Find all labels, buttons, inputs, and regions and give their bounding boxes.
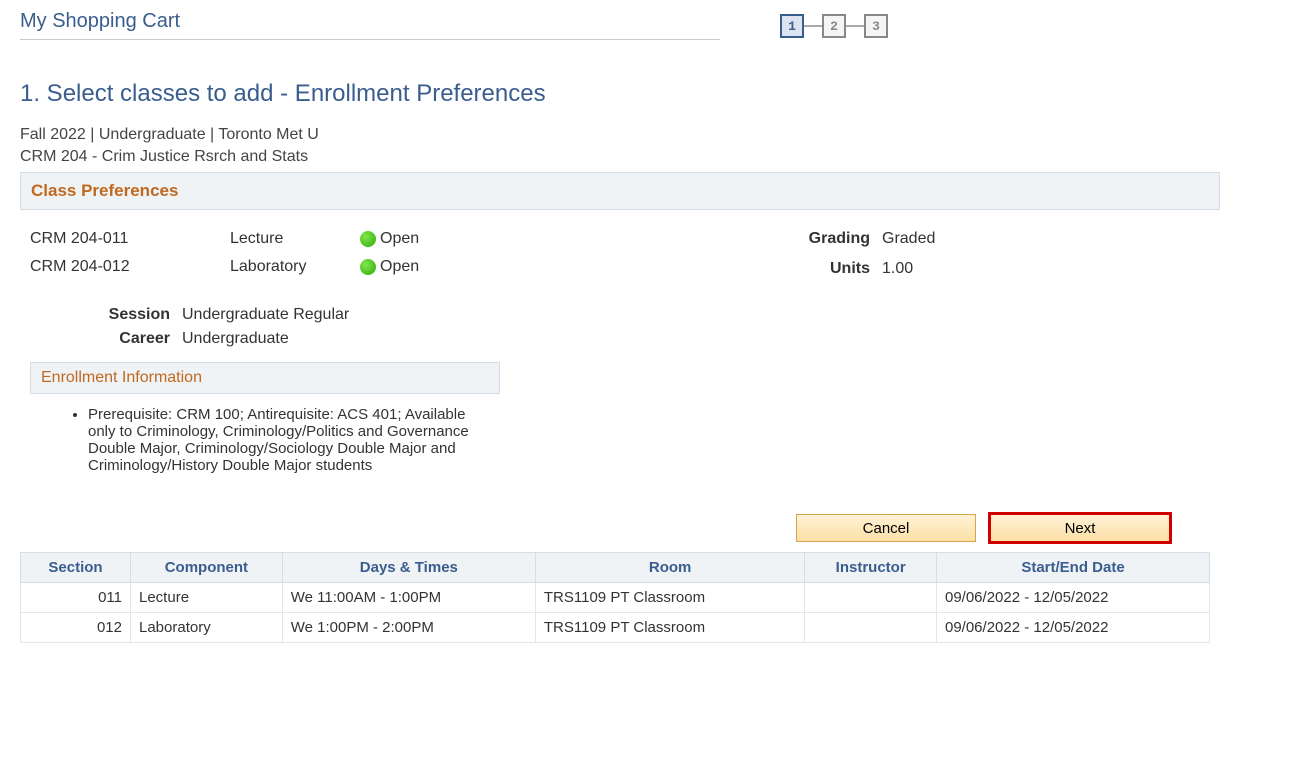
step-1: 1 — [780, 14, 804, 38]
course-title: CRM 204 - Crim Justice Rsrch and Stats — [20, 148, 1290, 166]
cell-instructor — [805, 583, 937, 613]
page-title: My Shopping Cart — [20, 10, 720, 33]
status-text: Open — [380, 230, 419, 248]
step-connector — [804, 25, 822, 27]
cell-room: TRS1109 PT Classroom — [535, 613, 804, 643]
term-context: Fall 2022 | Undergraduate | Toronto Met … — [20, 126, 1290, 144]
cell-component: Laboratory — [131, 613, 283, 643]
career-value: Undergraduate — [182, 330, 289, 348]
status-text: Open — [380, 258, 419, 276]
table-row: 011 Lecture We 11:00AM - 1:00PM TRS1109 … — [21, 583, 1210, 613]
units-value: 1.00 — [882, 260, 913, 278]
cancel-button[interactable]: Cancel — [796, 514, 976, 542]
cell-dates: 09/06/2022 - 12/05/2022 — [936, 583, 1209, 613]
status-open-icon — [360, 259, 376, 275]
section-heading: 1. Select classes to add - Enrollment Pr… — [20, 80, 1290, 108]
step-3: 3 — [864, 14, 888, 38]
session-label: Session — [30, 306, 170, 324]
grading-value: Graded — [882, 230, 935, 248]
component-row: CRM 204-011 Lecture Open — [30, 230, 650, 248]
grading-label: Grading — [790, 230, 870, 248]
career-label: Career — [30, 330, 170, 348]
step-2: 2 — [822, 14, 846, 38]
component-code: CRM 204-012 — [30, 258, 210, 276]
table-row: 012 Laboratory We 1:00PM - 2:00PM TRS110… — [21, 613, 1210, 643]
col-instructor: Instructor — [805, 553, 937, 583]
cell-section: 011 — [21, 583, 131, 613]
cell-instructor — [805, 613, 937, 643]
col-component: Component — [131, 553, 283, 583]
cell-dates: 09/06/2022 - 12/05/2022 — [936, 613, 1209, 643]
col-room: Room — [535, 553, 804, 583]
enrollment-info-text: Prerequisite: CRM 100; Antirequisite: AC… — [88, 406, 490, 474]
component-type: Lecture — [230, 230, 340, 248]
component-type: Laboratory — [230, 258, 340, 276]
session-value: Undergraduate Regular — [182, 306, 349, 324]
schedule-table: Section Component Days & Times Room Inst… — [20, 552, 1210, 643]
col-days: Days & Times — [282, 553, 535, 583]
units-label: Units — [790, 260, 870, 278]
col-dates: Start/End Date — [936, 553, 1209, 583]
col-section: Section — [21, 553, 131, 583]
cell-days: We 11:00AM - 1:00PM — [282, 583, 535, 613]
status-open-icon — [360, 231, 376, 247]
cell-component: Lecture — [131, 583, 283, 613]
component-row: CRM 204-012 Laboratory Open — [30, 258, 650, 276]
class-preferences-header: Class Preferences — [20, 172, 1220, 210]
cell-room: TRS1109 PT Classroom — [535, 583, 804, 613]
enrollment-info-header: Enrollment Information — [30, 362, 500, 394]
next-button[interactable]: Next — [990, 514, 1170, 542]
step-connector — [846, 25, 864, 27]
cell-days: We 1:00PM - 2:00PM — [282, 613, 535, 643]
component-code: CRM 204-011 — [30, 230, 210, 248]
cell-section: 012 — [21, 613, 131, 643]
progress-stepper: 1 2 3 — [780, 14, 888, 38]
